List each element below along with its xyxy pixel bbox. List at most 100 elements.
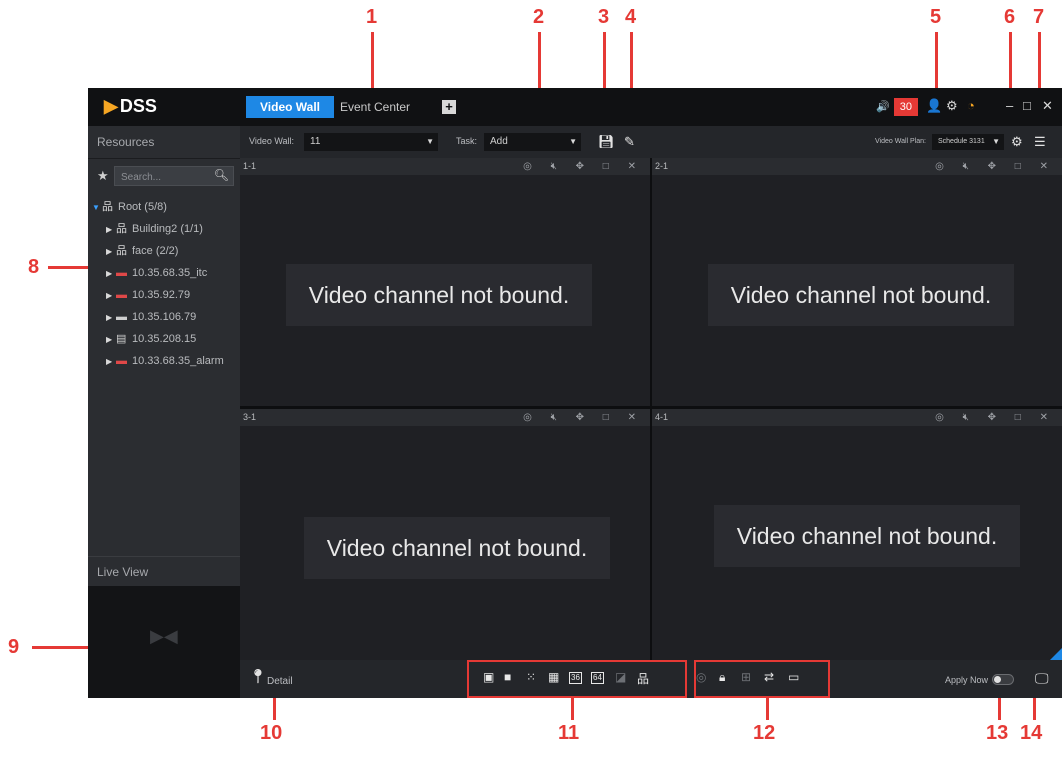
resources-header: Resources: [88, 126, 240, 159]
cell-id: 2-1: [655, 161, 669, 171]
video-cell-3-1[interactable]: 3-1 ◎ 🔇︎ ✥ □ ✕ Video channel not bound.: [240, 409, 650, 660]
tab-video-wall[interactable]: Video Wall: [246, 96, 335, 118]
chevron-down-icon: ▼: [426, 137, 434, 146]
resources-sidebar: Resources ★ 🔍︎ ▼品Root (5/8) ▶品Building2 …: [88, 126, 240, 698]
tree-item-label: 10.33.68.35_alarm: [132, 355, 224, 367]
search-box: 🔍︎: [114, 166, 234, 187]
video-cell-4-1[interactable]: 4-1 ◎ 🔇︎ ✥ □ ✕ Video channel not bound.: [652, 409, 1062, 660]
camera-icon: ▶◀: [150, 626, 178, 646]
caret-right-icon[interactable]: ▶: [106, 351, 116, 373]
task-value: Add: [490, 136, 508, 147]
callout-7: 7: [1033, 6, 1045, 28]
callout-3: 3: [598, 6, 610, 28]
org-icon: 品: [116, 223, 127, 235]
cell-controls[interactable]: ◎ 🔇︎ ✥ □ ✕: [935, 409, 1056, 426]
chevron-down-icon: ▼: [569, 137, 577, 146]
tree-item-device-92[interactable]: ▶ ▬ 10.35.92.79: [88, 284, 240, 306]
caret-right-icon[interactable]: ▶: [106, 329, 116, 351]
cell-controls[interactable]: ◎ 🔇︎ ✥ □ ✕: [523, 409, 644, 426]
video-cell-1-1[interactable]: 1-1 ◎ 🔇︎ ✥ □ ✕ Video channel not bound.: [240, 158, 650, 406]
video-wall-plan-label: Video Wall Plan:: [875, 138, 926, 145]
caret-right-icon[interactable]: ▶: [106, 263, 116, 285]
tree-item-server-208[interactable]: ▶ ▤ 10.35.208.15: [88, 328, 240, 350]
callout-line-12: [766, 698, 769, 720]
highlight-layout-group: [467, 660, 687, 698]
callout-10: 10: [260, 722, 283, 744]
add-tab-button[interactable]: +: [442, 100, 456, 114]
video-wall-plan-select[interactable]: Schedule 3131 ▼: [932, 134, 1004, 150]
tree-item-face[interactable]: ▶ 品 face (2/2): [88, 240, 240, 262]
alarm-sound-badge[interactable]: 🔊 30: [876, 98, 918, 116]
toggle-knob: [994, 676, 1001, 683]
tree-item-root[interactable]: ▼ 品 Root (5/8): [88, 196, 240, 218]
minimize-icon[interactable]: –: [1006, 98, 1013, 113]
favorite-star-icon[interactable]: ★: [97, 168, 109, 184]
search-icon[interactable]: 🔍︎: [214, 168, 229, 182]
gear-icon[interactable]: ⚙: [946, 98, 958, 114]
live-view-header: Live View: [88, 556, 240, 586]
tree-item-label: 10.35.92.79: [132, 289, 191, 301]
dss-app-window: ▶ DSS Video Wall Event Center + 🔊 30 👤 ⚙ ◔…: [88, 88, 1062, 698]
monitor-icon[interactable]: 🖵: [1035, 670, 1049, 687]
apply-now-label: Apply Now: [945, 675, 989, 685]
cell-header: 4-1 ◎ 🔇︎ ✥ □ ✕: [652, 409, 1062, 426]
user-icon[interactable]: 👤: [926, 98, 942, 114]
tree-item-label: 10.35.68.35_itc: [132, 267, 208, 279]
dss-logo: ▶ DSS: [104, 96, 157, 116]
caret-down-icon[interactable]: ▼: [92, 197, 102, 219]
highlight-control-group: [694, 660, 830, 698]
callout-14: 14: [1020, 722, 1043, 744]
cell-header: 1-1 ◎ 🔇︎ ✥ □ ✕: [240, 158, 650, 175]
callout-12: 12: [753, 722, 776, 744]
alarm-count: 30: [893, 98, 918, 116]
caret-right-icon[interactable]: ▶: [106, 285, 116, 307]
unbound-message: Video channel not bound.: [304, 517, 610, 579]
tree-item-label: Root (5/8): [118, 201, 167, 213]
tree-item-device-alarm[interactable]: ▶ ▬ 10.33.68.35_alarm: [88, 350, 240, 372]
detail-label[interactable]: Detail: [267, 676, 293, 687]
apply-now-toggle[interactable]: [992, 674, 1014, 685]
unbound-message: Video channel not bound.: [714, 505, 1020, 567]
video-wall-toolbar: Video Wall: 11 ▼ Task: Add ▼ 💾︎ ✎ Video Wa…: [240, 126, 1062, 158]
caret-right-icon[interactable]: ▶: [106, 307, 116, 329]
cell-controls[interactable]: ◎ 🔇︎ ✥ □ ✕: [523, 158, 644, 175]
plan-settings-icon[interactable]: ⚙: [1011, 134, 1023, 150]
plan-list-icon[interactable]: ☰: [1034, 134, 1046, 150]
resize-corner-icon[interactable]: [1050, 648, 1062, 660]
speed-gauge-icon[interactable]: ◔: [967, 98, 975, 113]
cell-controls[interactable]: ◎ 🔇︎ ✥ □ ✕: [935, 158, 1056, 175]
maximize-icon[interactable]: □: [1023, 98, 1031, 113]
caret-right-icon[interactable]: ▶: [106, 241, 116, 263]
cell-id: 4-1: [655, 412, 669, 422]
save-as-icon[interactable]: ✎: [624, 134, 635, 150]
title-bar: ▶ DSS Video Wall Event Center + 🔊 30 👤 ⚙ ◔…: [88, 88, 1062, 126]
tree-item-device-106[interactable]: ▶ ▬ 10.35.106.79: [88, 306, 240, 328]
tree-item-device-itc[interactable]: ▶ ▬ 10.35.68.35_itc: [88, 262, 240, 284]
cell-id: 1-1: [243, 161, 257, 171]
tree-item-label: 10.35.208.15: [132, 333, 197, 345]
tree-item-label: 10.35.106.79: [132, 311, 197, 323]
cell-id: 3-1: [243, 412, 257, 422]
unbound-message: Video channel not bound.: [708, 264, 1014, 326]
tab-event-center[interactable]: Event Center: [326, 96, 424, 118]
task-label: Task:: [456, 136, 478, 146]
video-wall-value: 11: [310, 136, 321, 147]
callout-1: 1: [366, 6, 378, 28]
video-cell-2-1[interactable]: 2-1 ◎ 🔇︎ ✥ □ ✕ Video channel not bound.: [652, 158, 1062, 406]
server-icon: ▤: [116, 333, 127, 345]
save-icon[interactable]: 💾︎: [598, 134, 615, 150]
close-icon[interactable]: ✕: [1042, 98, 1053, 114]
pin-icon[interactable]: 📍︎: [249, 668, 267, 685]
tree-item-building2[interactable]: ▶ 品 Building2 (1/1): [88, 218, 240, 240]
caret-right-icon[interactable]: ▶: [106, 219, 116, 241]
callout-13: 13: [986, 722, 1009, 744]
org-icon: 品: [116, 245, 127, 257]
video-wall-select[interactable]: 11 ▼: [304, 133, 438, 151]
search-input[interactable]: [115, 168, 213, 187]
live-view-area: ▶◀: [88, 586, 240, 698]
callout-9: 9: [8, 636, 20, 658]
callout-5: 5: [930, 6, 942, 28]
callout-8: 8: [28, 256, 40, 278]
device-icon: ▬: [116, 311, 127, 323]
task-select[interactable]: Add ▼: [484, 133, 581, 151]
